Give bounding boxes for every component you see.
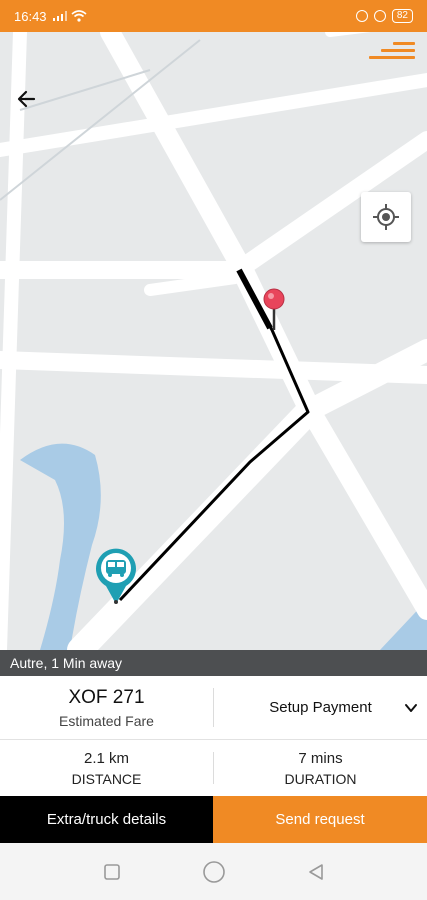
recents-icon[interactable] [102, 862, 122, 882]
duration-label: DURATION [284, 770, 357, 787]
battery-indicator: 82 [391, 9, 413, 23]
distance-value: 2.1 km [83, 749, 129, 767]
eta-text: Autre, 1 Min away [10, 655, 123, 671]
trip-stats-row: 2.1 km DISTANCE 7 mins DURATION [0, 740, 427, 796]
signal-icon [52, 11, 67, 21]
fare-row: XOF 271 Estimated Fare Setup Payment [0, 676, 427, 740]
back-arrow-icon[interactable] [12, 84, 42, 114]
location-status-icon [355, 10, 368, 22]
menu-icon[interactable] [369, 40, 415, 64]
status-time: 16:43 [14, 8, 47, 24]
status-bar: 16:43 82 [0, 0, 427, 32]
destination-pin-icon[interactable] [261, 288, 287, 332]
my-location-icon [373, 204, 399, 230]
river [20, 443, 101, 650]
status-left-icons [52, 10, 87, 22]
extra-truck-details-button[interactable]: Extra/truck details [0, 796, 213, 843]
back-nav-icon[interactable] [306, 862, 326, 882]
status-right-icons: 82 [355, 9, 413, 23]
map-view[interactable] [0, 32, 427, 650]
setup-payment-dropdown[interactable]: Setup Payment [214, 676, 427, 739]
send-request-button[interactable]: Send request [213, 796, 427, 843]
map-canvas [0, 32, 427, 650]
fare-value: XOF 271 [68, 686, 145, 708]
my-location-button[interactable] [361, 192, 411, 242]
distance-stat: 2.1 km DISTANCE [0, 740, 213, 796]
eta-bar: Autre, 1 Min away [0, 650, 427, 676]
fare-label: Estimated Fare [59, 712, 154, 729]
home-icon[interactable] [202, 860, 226, 884]
distance-label: DISTANCE [71, 770, 142, 787]
duration-stat: 7 mins DURATION [214, 740, 427, 796]
alarm-status-icon [373, 10, 386, 22]
payment-label: Setup Payment [269, 699, 372, 716]
estimated-fare: XOF 271 Estimated Fare [0, 676, 213, 739]
duration-value: 7 mins [298, 749, 343, 767]
chevron-down-icon [405, 704, 417, 712]
vehicle-pin-icon[interactable] [92, 546, 140, 606]
system-nav-bar [0, 843, 427, 900]
action-row: Extra/truck details Send request [0, 796, 427, 843]
wifi-icon [71, 10, 87, 22]
